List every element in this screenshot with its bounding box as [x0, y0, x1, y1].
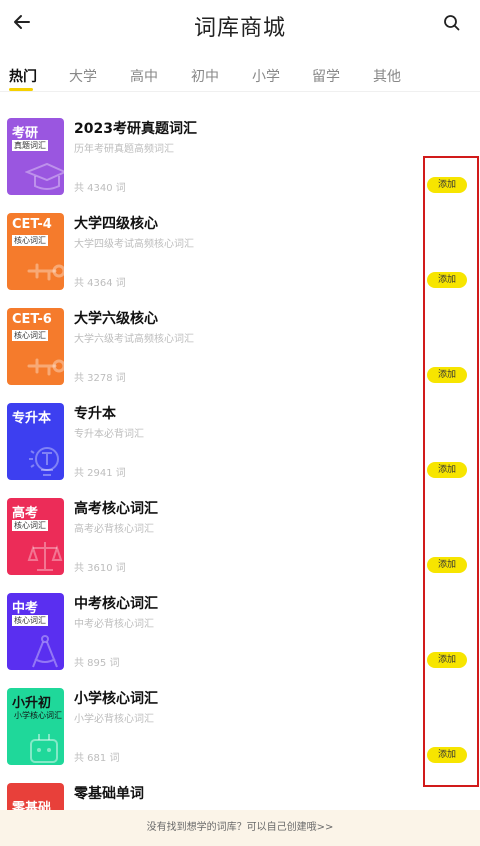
cover-subtitle: 核心词汇: [12, 330, 48, 341]
create-wordbook-banner[interactable]: 没有找到想学的词库？可以自己创建哦>>: [0, 810, 480, 846]
key-icon: [27, 358, 64, 376]
search-icon: [444, 15, 460, 31]
book-cover: CET-4 核心词汇: [7, 213, 64, 290]
top-app-bar: 词库商城: [0, 0, 480, 52]
scale-icon: [27, 542, 63, 571]
list-item[interactable]: 高考 核心词汇 高考核心词汇 高考必背核心词汇 共 3610 词 添加: [0, 490, 480, 585]
book-cover: 小升初 小学核心词汇: [7, 688, 64, 765]
word-count: 共 4364 词: [74, 278, 126, 289]
book-title: 2023考研真题词汇: [74, 121, 197, 137]
book-title: 中考核心词汇: [74, 596, 158, 612]
robot-icon: [30, 734, 58, 763]
lightbulb-icon: [29, 447, 59, 476]
cover-code: 专升本: [12, 411, 52, 426]
list-item[interactable]: 小升初 小学核心词汇 小学核心词汇 小学必背核心词汇 共 681 词 添加: [0, 680, 480, 775]
book-description: 中考必背核心词汇: [74, 619, 154, 630]
word-count: 共 3610 词: [74, 563, 126, 574]
search-button[interactable]: [442, 13, 462, 33]
book-cover: 高考 核心词汇: [7, 498, 64, 575]
add-buttons-highlight-box: [423, 156, 479, 787]
cover-subtitle: 核心词汇: [12, 615, 48, 626]
word-count: 共 2941 词: [74, 468, 126, 479]
list-item[interactable]: 考研 真题词汇 2023考研真题词汇 历年考研真题高频词汇 共 4340 词 添…: [0, 110, 480, 205]
cover-code: 中考: [12, 601, 39, 616]
cover-code: 考研: [12, 126, 39, 141]
cover-subtitle: 真题词汇: [12, 140, 48, 151]
page-title: 词库商城: [193, 16, 286, 41]
tab-high-school[interactable]: 高中: [130, 66, 158, 86]
tab-university[interactable]: 大学: [69, 66, 97, 86]
compass-icon: [32, 635, 58, 668]
cover-subtitle: 核心词汇: [12, 520, 48, 531]
tab-other[interactable]: 其他: [373, 66, 401, 86]
book-cover: 中考 核心词汇: [7, 593, 64, 670]
cover-code: 小升初: [12, 696, 52, 711]
active-tab-indicator: [9, 88, 33, 91]
book-description: 历年考研真题高频词汇: [74, 144, 174, 155]
book-title: 高考核心词汇: [74, 501, 158, 517]
book-description: 高考必背核心词汇: [74, 524, 154, 535]
cover-subtitle: 核心词汇: [12, 235, 48, 246]
word-count: 共 895 词: [74, 658, 120, 669]
cover-code: CET-4: [12, 217, 52, 232]
tab-junior-high[interactable]: 初中: [191, 66, 219, 86]
book-description: 小学必背核心词汇: [74, 714, 154, 725]
word-count: 共 4340 词: [74, 183, 126, 194]
book-title: 零基础单词: [74, 786, 144, 802]
tab-study-abroad[interactable]: 留学: [312, 66, 340, 86]
book-description: 专升本必背词汇: [74, 429, 144, 440]
cover-code: CET-6: [12, 312, 52, 327]
cover-subtitle: 小学核心词汇: [14, 711, 62, 720]
word-count: 共 3278 词: [74, 373, 126, 384]
book-title: 大学四级核心: [74, 216, 158, 232]
book-cover: CET-6 核心词汇: [7, 308, 64, 385]
list-item[interactable]: CET-6 核心词汇 大学六级核心 大学六级考试高频核心词汇 共 3278 词 …: [0, 300, 480, 395]
book-title: 专升本: [74, 406, 116, 422]
category-tabs: 热门 大学 高中 初中 小学 留学 其他: [0, 60, 480, 92]
key-icon: [27, 263, 64, 281]
book-description: 大学六级考试高频核心词汇: [74, 334, 194, 345]
tab-primary[interactable]: 小学: [252, 66, 280, 86]
book-description: 大学四级考试高频核心词汇: [74, 239, 194, 250]
word-count: 共 681 词: [74, 753, 120, 764]
book-title: 小学核心词汇: [74, 691, 158, 707]
book-cover: 考研 真题词汇: [7, 118, 64, 195]
list-item[interactable]: 中考 核心词汇 中考核心词汇 中考必背核心词汇 共 895 词 添加: [0, 585, 480, 680]
cover-code: 高考: [12, 506, 39, 521]
graduation-cap-icon: [25, 162, 64, 190]
book-cover: 专升本: [7, 403, 64, 480]
tab-hot[interactable]: 热门: [9, 66, 37, 86]
list-item[interactable]: CET-4 核心词汇 大学四级核心 大学四级考试高频核心词汇 共 4364 词 …: [0, 205, 480, 300]
list-item[interactable]: 专升本 专升本 专升本必背词汇 共 2941 词 添加: [0, 395, 480, 490]
book-title: 大学六级核心: [74, 311, 158, 327]
